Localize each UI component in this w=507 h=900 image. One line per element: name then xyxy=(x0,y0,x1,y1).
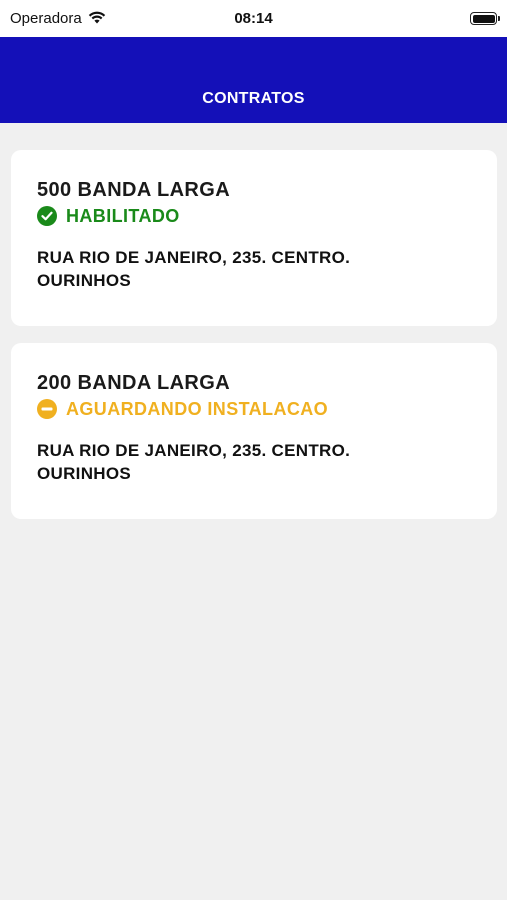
address-line2: OURINHOS xyxy=(37,464,132,483)
plan-name: 200 BANDA LARGA xyxy=(37,372,231,394)
address: RUA RIO DE JANEIRO, 235. CENTRO. OURINHO… xyxy=(37,246,471,292)
battery-icon xyxy=(470,12,500,25)
contract-card[interactable]: 500 BANDA LARGA HABILITADO RUA RIO DE JA… xyxy=(11,150,497,326)
carrier-label: Operadora xyxy=(10,10,82,27)
minus-circle-icon xyxy=(37,399,57,419)
status-row: AGUARDANDO INSTALACAO xyxy=(37,397,471,421)
address: RUA RIO DE JANEIRO, 235. CENTRO. OURINHO… xyxy=(37,439,471,485)
status-bar: Operadora 08:14 xyxy=(0,0,507,37)
battery-fill xyxy=(472,14,495,23)
status-text: HABILITADO xyxy=(66,206,180,226)
address-line1: RUA RIO DE JANEIRO, 235. CENTRO. xyxy=(37,248,351,267)
app-header: CONTRATOS xyxy=(0,37,507,123)
address-line1: RUA RIO DE JANEIRO, 235. CENTRO. xyxy=(37,441,351,460)
contract-card[interactable]: 200 BANDA LARGA AGUARDANDO INSTALACAO RU… xyxy=(11,343,497,519)
wifi-icon xyxy=(88,10,106,28)
address-line2: OURINHOS xyxy=(37,271,132,290)
page-title: CONTRATOS xyxy=(202,90,305,107)
status-left: Operadora xyxy=(10,10,106,28)
status-row: HABILITADO xyxy=(37,204,471,228)
status-text: AGUARDANDO INSTALACAO xyxy=(66,399,329,419)
check-circle-icon xyxy=(37,206,57,226)
plan-name: 500 BANDA LARGA xyxy=(37,179,231,201)
